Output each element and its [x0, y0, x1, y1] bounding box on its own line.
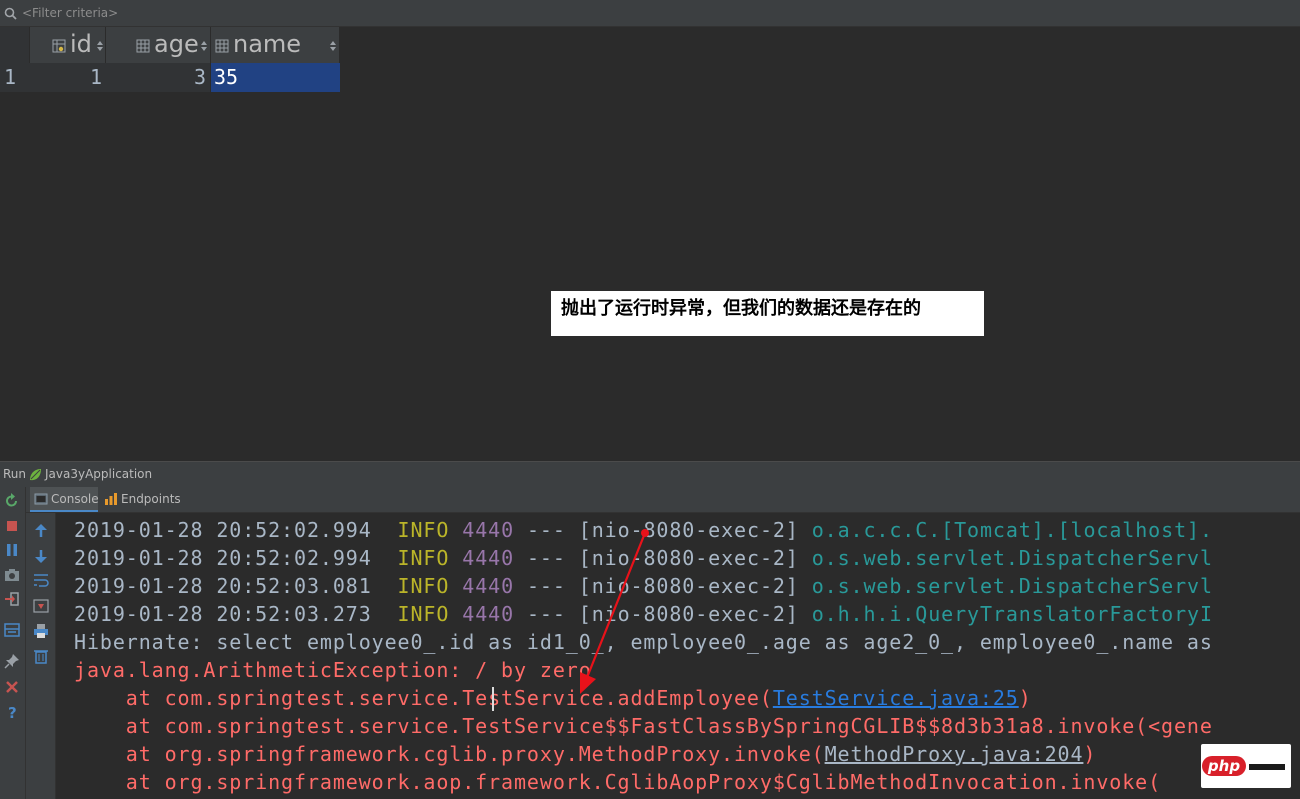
column-label-age: age — [154, 30, 199, 58]
column-header-name[interactable]: name — [211, 27, 340, 63]
exception-line: java.lang.ArithmeticException: / by zero — [74, 658, 592, 682]
column-header-age[interactable]: age — [106, 27, 211, 63]
soft-wrap-icon[interactable] — [33, 572, 49, 588]
row-number-cell: 1 — [0, 63, 30, 92]
cell-id[interactable]: 1 — [30, 63, 106, 92]
camera-icon[interactable] — [4, 567, 20, 583]
hibernate-sql-line: Hibernate: select employee0_.id as id1_0… — [74, 630, 1213, 654]
stop-icon[interactable] — [4, 518, 20, 534]
key-column-icon — [52, 39, 66, 53]
scroll-up-icon[interactable] — [33, 523, 49, 539]
clear-icon[interactable] — [33, 648, 49, 664]
sort-icon[interactable] — [330, 41, 336, 51]
watermark-bar — [1249, 764, 1285, 770]
tab-endpoints[interactable]: Endpoints — [100, 487, 181, 512]
run-tabs: Console Endpoints — [26, 487, 1300, 513]
source-link[interactable]: TestService.java:25 — [773, 686, 1019, 710]
layout-icon[interactable] — [4, 622, 20, 638]
print-icon[interactable] — [33, 623, 49, 639]
run-left-toolbar: ? — [0, 487, 26, 799]
row-number-header — [0, 27, 30, 63]
log-line: 2019-01-28 20:52:03.273 INFO 4440 --- [n… — [74, 602, 1213, 626]
stack-trace-line: at org.springframework.aop.framework.Cgl… — [74, 770, 1162, 794]
tab-console[interactable]: Console — [30, 487, 99, 512]
console-toolbar — [26, 513, 56, 799]
sort-icon[interactable] — [97, 41, 103, 51]
filter-icon[interactable] — [3, 6, 19, 22]
scroll-to-end-icon[interactable] — [33, 598, 49, 614]
table-row[interactable]: 1 1 3 35 — [0, 63, 340, 92]
scroll-down-icon[interactable] — [33, 548, 49, 564]
annotation-callout: 抛出了运行时异常，但我们的数据还是存在的 — [551, 291, 984, 336]
console-icon — [34, 493, 48, 505]
watermark-text: php — [1202, 756, 1246, 776]
column-label-name: name — [233, 30, 302, 58]
svg-text:?: ? — [8, 704, 17, 720]
column-icon — [136, 39, 150, 53]
cell-name-selected[interactable]: 35 — [211, 63, 340, 92]
log-line: 2019-01-28 20:52:03.081 INFO 4440 --- [n… — [74, 574, 1213, 598]
column-icon — [215, 39, 229, 53]
console-output[interactable]: 2019-01-28 20:52:02.994 INFO 4440 --- [n… — [56, 513, 1300, 799]
filter-input[interactable] — [22, 4, 422, 22]
column-label-id: id — [70, 30, 92, 58]
run-label: Run — [3, 467, 27, 481]
pause-icon[interactable] — [4, 542, 20, 558]
close-icon[interactable] — [4, 679, 20, 695]
sort-icon[interactable] — [201, 41, 207, 51]
stack-trace-line: at org.springframework.cglib.proxy.Metho… — [74, 742, 1097, 766]
spring-boot-icon — [30, 469, 41, 481]
run-tool-window-header: Run Java3yApplication — [0, 461, 1300, 487]
rerun-icon[interactable] — [4, 493, 20, 509]
grid-header: id age name — [0, 27, 340, 63]
stack-trace-line: at com.springtest.service.TestService.ad… — [74, 686, 1032, 710]
php-watermark-logo: php — [1201, 744, 1291, 788]
run-config-label[interactable]: Java3yApplication — [45, 467, 152, 481]
pin-icon[interactable] — [4, 653, 20, 669]
text-caret — [492, 687, 494, 711]
tab-label: Console — [51, 492, 99, 506]
filter-bar — [0, 0, 1300, 27]
column-header-id[interactable]: id — [30, 27, 106, 63]
endpoints-icon — [105, 493, 117, 505]
source-link[interactable]: MethodProxy.java:204 — [825, 742, 1084, 766]
log-line: 2019-01-28 20:52:02.994 INFO 4440 --- [n… — [74, 546, 1213, 570]
stack-trace-line: at com.springtest.service.TestService$$F… — [74, 714, 1213, 738]
tab-label: Endpoints — [121, 492, 181, 506]
cell-age[interactable]: 3 — [106, 63, 210, 92]
login-icon[interactable] — [4, 591, 20, 607]
log-line: 2019-01-28 20:52:02.994 INFO 4440 --- [n… — [74, 518, 1213, 542]
help-icon[interactable]: ? — [4, 704, 20, 720]
